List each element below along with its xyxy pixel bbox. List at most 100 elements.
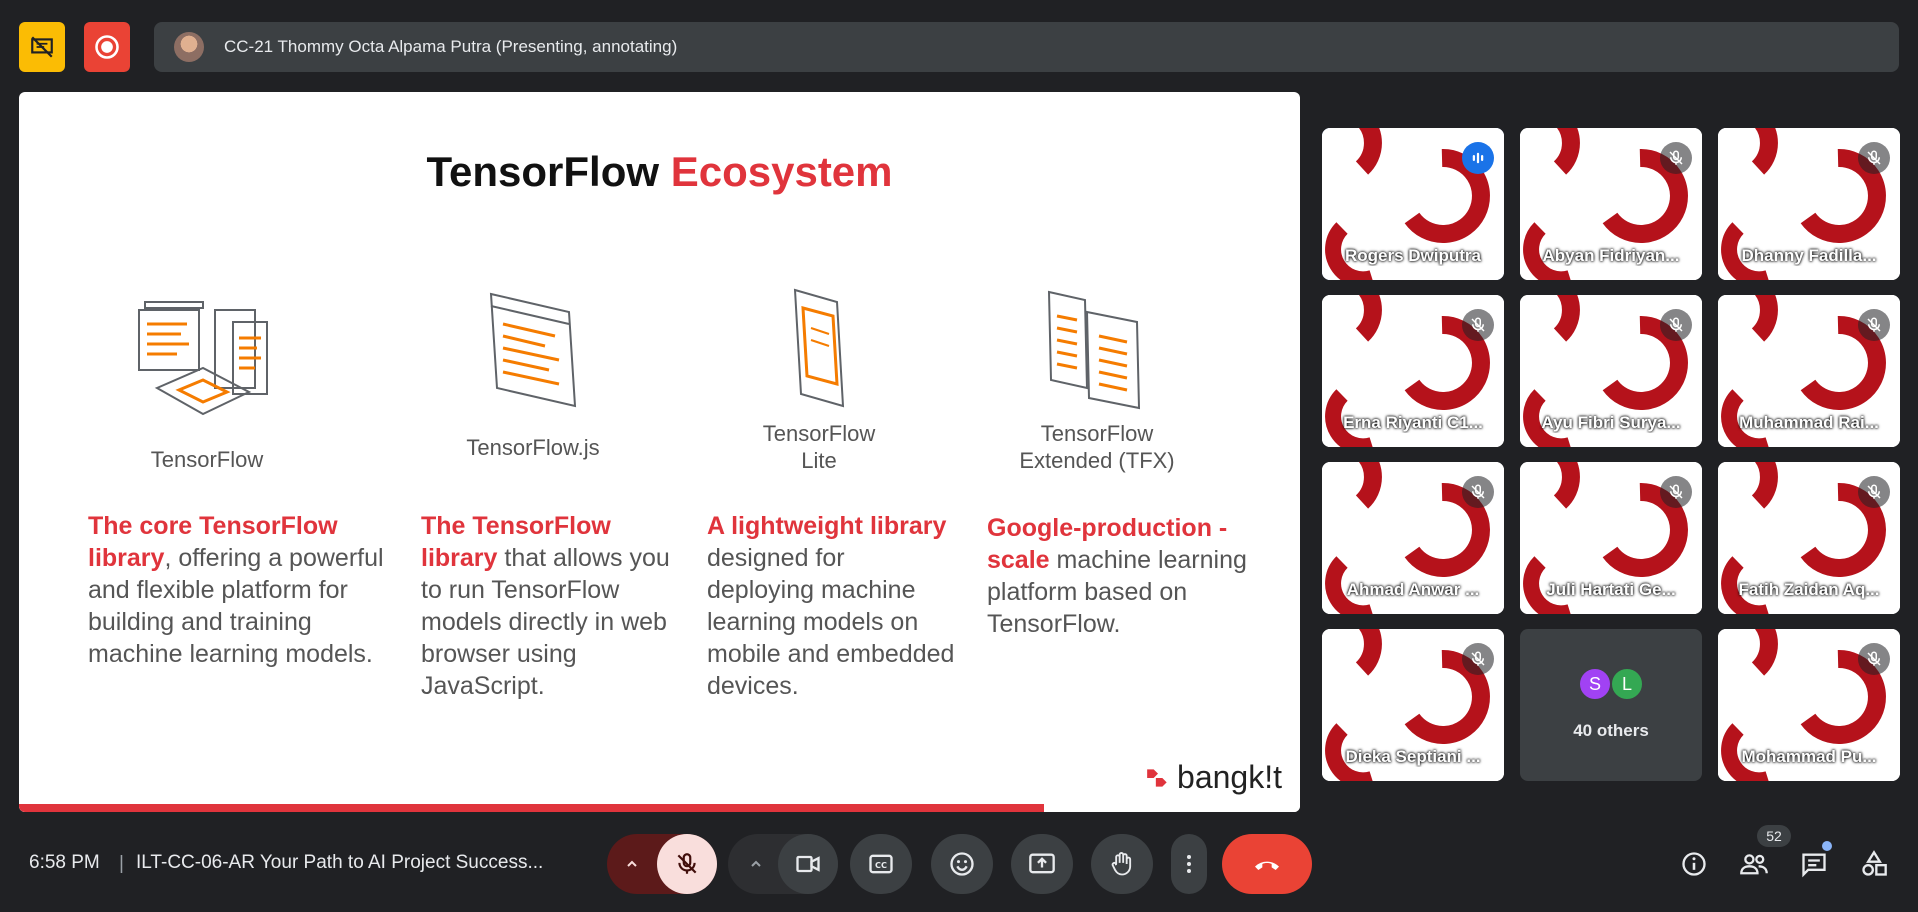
mic-off-icon [1669,484,1683,499]
participant-tile[interactable]: Dieka Septiani ... [1322,629,1504,781]
participant-name: Dieka Septiani ... [1345,747,1481,766]
participant-tile[interactable]: Mohammad Pu... [1718,629,1900,781]
mic-off-icon [1669,317,1683,332]
mic-off-icon [1867,317,1881,332]
mic-off-icon [677,853,697,874]
participant-tile[interactable]: Erna Riyanti C1... [1322,295,1504,447]
shared-slide: TensorFlow Ecosystem TensorFlow TensorFl… [19,92,1300,812]
bangkit-logo: bangk!t [1145,759,1282,796]
emoji-icon [950,852,974,876]
column-desc-tensorflow-js: The TensorFlow library that allows you t… [421,512,670,700]
presenter-avatar [174,32,204,62]
recording-button[interactable] [84,22,130,72]
speaking-indicator-icon [1472,152,1484,164]
others-label: 40 others [1573,721,1649,740]
svg-text:CC: CC [875,860,887,870]
column-desc-tensorflow-lite: A lightweight library designed for deplo… [707,512,955,700]
mic-off-icon [1669,150,1683,165]
slide-title-main: TensorFlow [426,148,660,195]
presenter-banner[interactable]: CC-21 Thommy Octa Alpama Putra (Presenti… [154,22,1899,72]
mic-off-icon [1471,484,1485,499]
participant-name: Fatih Zaidan Aq... [1738,580,1880,599]
participant-name: Ahmad Anwar ... [1346,580,1480,599]
leave-call-button[interactable] [1222,834,1312,894]
record-icon [95,35,119,59]
slide-progress-fill [19,804,1044,812]
participant-tile[interactable]: Rogers Dwiputra [1322,128,1504,280]
participant-name: Dhanny Fadilla... [1741,246,1877,265]
muted-indicator [1462,643,1494,675]
reactions-button[interactable] [931,834,993,894]
column-label-tensorflow-js: TensorFlow.js [466,435,600,460]
participant-tile[interactable]: Fatih Zaidan Aq... [1718,462,1900,614]
mic-off-icon [1867,150,1881,165]
meeting-details-button[interactable] [1678,848,1710,880]
bangkit-logo-text: bangk!t [1177,759,1282,795]
tensorflow-icon [138,301,268,416]
column-label-tfx: TensorFlow Extended (TFX) [1019,421,1175,473]
separator: | [119,853,124,874]
participant-tile[interactable]: Abyan Fidriyan... [1520,128,1702,280]
chat-icon [1802,853,1826,878]
column-label-tensorflow-lite: TensorFlow Lite [762,421,876,473]
people-count-badge: 52 [1757,825,1791,847]
participant-tile[interactable]: Dhanny Fadilla... [1718,128,1900,280]
present-button[interactable] [1011,834,1073,894]
participant-name: Rogers Dwiputra [1344,246,1482,265]
speaking-indicator [1462,142,1494,174]
activities-shapes-icon [1862,850,1887,876]
participant-tile[interactable]: Ahmad Anwar ... [1322,462,1504,614]
microphone-button[interactable] [657,834,717,894]
activities-button[interactable] [1858,848,1890,880]
participant-tile[interactable]: Ayu Fibri Surya... [1520,295,1702,447]
others-tile[interactable]: S L 40 others [1520,629,1702,781]
raise-hand-button[interactable] [1091,834,1153,894]
slide-title-accent: Ecosystem [670,148,893,195]
top-bar: CC-21 Thommy Octa Alpama Putra (Presenti… [0,0,1918,92]
muted-indicator [1462,476,1494,508]
camera-options-chevron-icon[interactable] [748,856,764,872]
avatar: S [1578,667,1612,701]
mic-off-icon [1867,484,1881,499]
slide-title: TensorFlow Ecosystem [19,148,1300,196]
more-options-button[interactable] [1171,834,1207,894]
more-vert-icon [1187,855,1191,873]
participant-name: Erna Riyanti C1... [1343,413,1483,432]
captions-button[interactable]: CC [850,834,912,894]
presenter-label: CC-21 Thommy Octa Alpama Putra (Presenti… [224,37,678,56]
closed-captions-icon: CC [869,854,893,874]
muted-indicator [1660,476,1692,508]
avatar: L [1610,667,1644,701]
others-avatars: SL [1578,667,1644,701]
participant-tile[interactable]: Muhammad Rai... [1718,295,1900,447]
muted-indicator [1858,309,1890,341]
mic-options-chevron-icon[interactable] [624,856,640,872]
muted-indicator [1858,643,1890,675]
end-call-icon [1255,861,1279,870]
participant-name: Muhammad Rai... [1739,413,1879,432]
column-desc-tensorflow: The core TensorFlow library, offering a … [88,512,384,668]
tfx-icon [1047,290,1141,410]
bangkit-logo-icon [1147,768,1167,787]
chat-button[interactable] [1798,848,1830,880]
muted-indicator [1462,309,1494,341]
present-screen-icon [1029,853,1055,874]
meeting-title[interactable]: ILT-CC-06-AR Your Path to AI Project Suc… [136,852,543,874]
clock: 6:58 PM [29,852,100,873]
participant-name: Mohammad Pu... [1741,747,1877,766]
muted-indicator [1858,476,1890,508]
muted-indicator [1660,142,1692,174]
video-camera-icon [796,855,820,873]
participant-name: Juli Hartati Ge... [1546,580,1676,599]
column-desc-tfx: Google-production -scale machine learnin… [987,514,1247,638]
people-button[interactable] [1738,848,1770,880]
no-presentation-icon [31,36,53,58]
column-label-tensorflow: TensorFlow [150,447,264,472]
participant-name: Ayu Fibri Surya... [1541,413,1681,432]
participant-tile[interactable]: Juli Hartati Ge... [1520,462,1702,614]
camera-button[interactable] [778,834,838,894]
mic-off-icon [1471,651,1485,666]
stop-sharing-button[interactable] [19,22,65,72]
hand-icon [1111,852,1132,876]
tensorflow-lite-icon [793,288,845,408]
